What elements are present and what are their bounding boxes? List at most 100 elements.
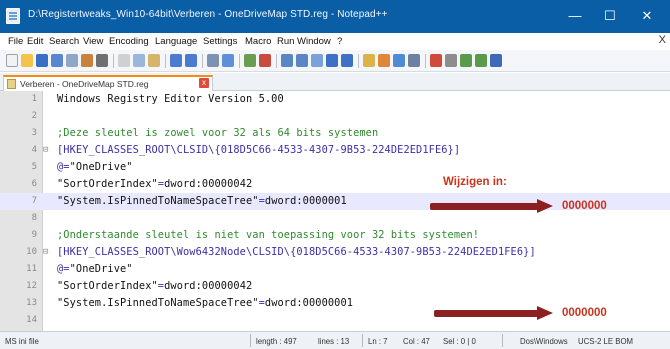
tab-file[interactable]: Verberen - OneDriveMap STD.reg x (3, 75, 213, 91)
save-icon[interactable] (36, 54, 48, 67)
code-line[interactable]: 3 ;Deze sleutel is zowel voor 32 als 64 b… (0, 125, 670, 142)
toolbar-separator (165, 54, 166, 68)
annotation-new-value-2: 0000000 (562, 307, 607, 319)
code-token: [HKEY_CLASSES_ROOT\Wow6432Node\CLSID\{01… (57, 246, 536, 258)
code-line[interactable]: 8 (0, 210, 670, 227)
close-button[interactable]: ✕ (632, 2, 662, 30)
paste-icon[interactable] (148, 54, 160, 67)
line-number: 4 (31, 145, 37, 155)
file-icon (7, 79, 16, 89)
run-macro-multiple-icon[interactable] (475, 54, 487, 67)
code-text: "System.IsPinnedToNameSpaceTree"=dword:0… (57, 297, 353, 309)
code-line[interactable]: 2 (0, 108, 670, 125)
menu-macro[interactable]: Macro (245, 36, 271, 47)
minimize-button[interactable]: — (560, 2, 590, 30)
tab-bar: Verberen - OneDriveMap STD.reg x (0, 73, 670, 91)
play-macro-icon[interactable] (460, 54, 472, 67)
line-number: 1 (31, 94, 37, 104)
annotation-arrow-1-head (537, 199, 553, 213)
doc-map-icon[interactable] (378, 54, 390, 67)
tab-close-icon[interactable]: x (199, 78, 209, 88)
menu-bar: File Edit Search View Encoding Language … (0, 33, 670, 50)
word-wrap-icon[interactable] (311, 54, 323, 67)
toolbar-separator (425, 54, 426, 68)
record-macro-icon[interactable] (430, 54, 442, 67)
code-line[interactable]: 9 ;Onderstaande sleutel is niet van toepa… (0, 227, 670, 244)
line-number: 3 (31, 128, 37, 138)
line-number: 13 (26, 298, 37, 308)
status-ln: Ln : 7 (368, 337, 388, 346)
code-line[interactable]: 12 "SortOrderIndex"=dword:00000042 (0, 278, 670, 295)
menu-view[interactable]: View (83, 36, 103, 47)
menu-window[interactable]: Window (297, 36, 331, 47)
close-file-icon[interactable] (66, 54, 78, 67)
menu-file[interactable]: File (8, 36, 23, 47)
save-macro-icon[interactable] (490, 54, 502, 67)
annotation-arrow-2 (434, 310, 538, 317)
status-file-type: MS ini file (5, 337, 39, 346)
close-all-icon[interactable] (81, 54, 93, 67)
status-length: length : 497 (256, 337, 297, 346)
editor-area[interactable]: 1 Windows Registry Editor Version 5.00 2 3;… (0, 91, 670, 331)
menu-edit[interactable]: Edit (27, 36, 43, 47)
code-line[interactable]: 5 @="OneDrive" (0, 159, 670, 176)
show-all-chars-icon[interactable] (326, 54, 338, 67)
code-line[interactable]: 4 ⊟ [HKEY_CLASSES_ROOT\CLSID\{018D5C66-453… (0, 142, 670, 159)
folder-workspace-icon[interactable] (408, 54, 420, 67)
copy-icon[interactable] (133, 54, 145, 67)
toolbar-separator (358, 54, 359, 68)
line-number: 2 (31, 111, 37, 121)
code-text: "System.IsPinnedToNameSpaceTree"=dword:0… (57, 195, 347, 207)
menu-encoding[interactable]: Encoding (109, 36, 149, 47)
function-list-icon[interactable] (393, 54, 405, 67)
stop-macro-icon[interactable] (445, 54, 457, 67)
sync-vertical-icon[interactable] (281, 54, 293, 67)
tab-label: Verberen - OneDriveMap STD.reg (20, 79, 149, 89)
open-file-icon[interactable] (21, 54, 33, 67)
code-text: [HKEY_CLASSES_ROOT\CLSID\{018D5C66-4533-… (57, 144, 460, 156)
sync-horizontal-icon[interactable] (296, 54, 308, 67)
print-icon[interactable] (96, 54, 108, 67)
redo-icon[interactable] (185, 54, 197, 67)
annotation-arrow-2-head (537, 306, 553, 320)
close-document-icon[interactable]: X (659, 34, 666, 46)
menu-help[interactable]: ? (337, 36, 342, 47)
line-number: 7 (31, 196, 37, 206)
menu-settings[interactable]: Settings (203, 36, 237, 47)
udl-icon[interactable] (363, 54, 375, 67)
annotation-label: Wijzigen in: (443, 176, 507, 188)
cut-icon[interactable] (118, 54, 130, 67)
fold-marker-icon[interactable]: ⊟ (43, 247, 52, 257)
save-all-icon[interactable] (51, 54, 63, 67)
notepadpp-app-icon (6, 8, 20, 24)
menu-search[interactable]: Search (49, 36, 79, 47)
code-text: @="OneDrive" (57, 161, 133, 173)
line-number: 10 (26, 247, 37, 257)
code-line[interactable]: 10 ⊟ [HKEY_CLASSES_ROOT\Wow6432Node\CLSID\… (0, 244, 670, 261)
toolbar-separator (239, 54, 240, 68)
code-text: ;Deze sleutel is zowel voor 32 als 64 bi… (57, 127, 378, 139)
code-line[interactable]: 1 Windows Registry Editor Version 5.00 (0, 91, 670, 108)
code-line[interactable]: 11 @="OneDrive" (0, 261, 670, 278)
code-token: "OneDrive" (69, 263, 133, 275)
zoom-out-icon[interactable] (259, 54, 271, 67)
undo-icon[interactable] (170, 54, 182, 67)
code-token: ;Deze sleutel is zowel voor 32 als 64 bi… (57, 127, 379, 139)
status-divider (502, 334, 503, 347)
line-number: 5 (31, 162, 37, 172)
replace-icon[interactable] (222, 54, 234, 67)
toolbar-separator (276, 54, 277, 68)
maximize-button[interactable]: ☐ (595, 2, 625, 30)
toolbar-separator (202, 54, 203, 68)
toolbar (0, 50, 670, 72)
new-file-icon[interactable] (6, 54, 18, 67)
menu-run[interactable]: Run (277, 36, 294, 47)
find-icon[interactable] (207, 54, 219, 67)
indent-guide-icon[interactable] (341, 54, 353, 67)
code-token: "System.IsPinnedToNameSpaceTree" (57, 297, 259, 309)
code-text: ;Onderstaande sleutel is niet van toepas… (57, 229, 479, 241)
code-line[interactable]: 6 "SortOrderIndex"=dword:00000042 (0, 176, 670, 193)
fold-marker-icon[interactable]: ⊟ (43, 145, 52, 155)
zoom-in-icon[interactable] (244, 54, 256, 67)
menu-language[interactable]: Language (155, 36, 197, 47)
